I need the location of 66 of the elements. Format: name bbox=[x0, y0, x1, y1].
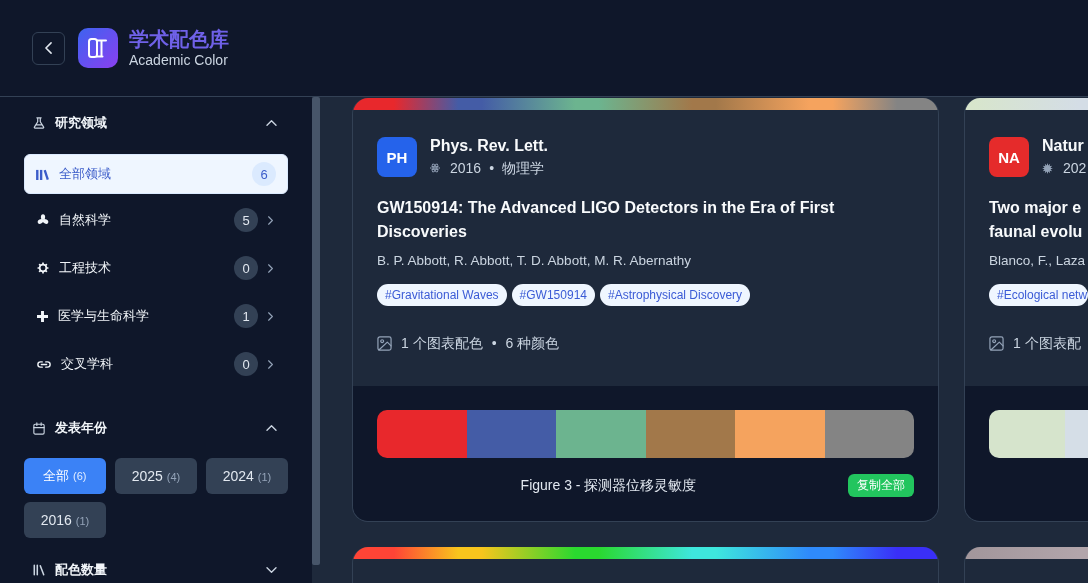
subject-field: 物理学 bbox=[502, 158, 545, 178]
paper-title: Two major e faunal evolu bbox=[989, 198, 1084, 242]
image-icon bbox=[989, 335, 1004, 351]
category-item[interactable]: 全部领域 6 bbox=[24, 154, 288, 194]
chevron-left-icon bbox=[45, 42, 52, 54]
year-filter-chip[interactable]: 2024 (1) bbox=[206, 458, 288, 494]
category-item[interactable]: 自然科学 5 bbox=[24, 198, 288, 242]
journal-initials: NA bbox=[989, 137, 1029, 177]
figure-caption: Figure 3 - 探测器位移灵敏度 bbox=[519, 476, 698, 495]
color-swatch[interactable] bbox=[556, 410, 646, 458]
category-item[interactable]: 工程技术 0 bbox=[24, 246, 288, 290]
link-icon bbox=[37, 360, 51, 368]
calendar-icon bbox=[33, 421, 45, 435]
flask-icon bbox=[33, 117, 45, 129]
color-swatch[interactable] bbox=[1065, 410, 1088, 458]
journal-name: Phys. Rev. Lett. bbox=[430, 136, 548, 156]
keyword-tag[interactable]: #Astrophysical Discovery bbox=[600, 284, 751, 306]
books-icon bbox=[36, 168, 49, 180]
app-title: 学术配色库 bbox=[129, 27, 229, 51]
year-filter-chip[interactable]: 全部 (6) bbox=[24, 458, 106, 494]
bullet-separator: • bbox=[489, 159, 495, 178]
gear-icon bbox=[37, 262, 49, 274]
atom-icon bbox=[430, 163, 440, 173]
starburst-icon bbox=[1042, 162, 1053, 174]
chevron-up-icon[interactable] bbox=[266, 120, 277, 126]
count-badge: 5 bbox=[234, 208, 258, 232]
bars-icon bbox=[33, 564, 45, 576]
chevron-up-icon[interactable] bbox=[266, 425, 277, 431]
color-swatch[interactable] bbox=[989, 410, 1065, 458]
paper-title: GW150914: The Advanced LIGO Detectors in the Era of First Discoveries bbox=[377, 198, 836, 242]
color-swatch[interactable] bbox=[377, 410, 467, 458]
bullet-separator: • bbox=[491, 334, 497, 353]
journal-initials: PH bbox=[377, 137, 417, 177]
category-item[interactable]: 交叉学科 0 bbox=[24, 342, 288, 386]
keyword-tag[interactable]: #Gravitational Waves bbox=[377, 284, 507, 306]
app-subtitle: Academic Color bbox=[129, 51, 229, 69]
journal-name: Natur bbox=[1042, 136, 1085, 156]
publication-year: 2016 bbox=[450, 159, 482, 178]
color-swatch[interactable] bbox=[824, 410, 914, 458]
year-filter-chip[interactable]: 2025 (4) bbox=[115, 458, 197, 494]
section-title: 发表年份 bbox=[55, 420, 108, 436]
color-swatch[interactable] bbox=[645, 410, 735, 458]
author-list: Blanco, F., Laza bbox=[989, 251, 1088, 271]
chevron-down-icon[interactable] bbox=[266, 567, 277, 573]
year-filter-chip[interactable]: 2016 (1) bbox=[24, 502, 106, 538]
keyword-tag[interactable]: #GW150914 bbox=[511, 284, 595, 306]
color-count: 6 种颜色 bbox=[505, 334, 560, 353]
keyword-tag[interactable]: #Ecological netw bbox=[989, 284, 1088, 306]
image-icon bbox=[377, 335, 392, 351]
chart-count: 1 个图表配色 bbox=[401, 334, 483, 353]
section-title: 研究领域 bbox=[55, 115, 108, 131]
count-badge: 0 bbox=[234, 256, 258, 280]
section-title: 配色数量 bbox=[55, 562, 108, 578]
book-logo-icon bbox=[78, 28, 118, 68]
color-swatch[interactable] bbox=[466, 410, 556, 458]
author-list: B. P. Abbott, R. Abbott, T. D. Abbott, M. R. Abernathy bbox=[377, 251, 914, 271]
back-button[interactable] bbox=[32, 31, 65, 65]
fan-icon bbox=[37, 214, 49, 226]
publication-year: 202 bbox=[1063, 159, 1087, 178]
color-swatch[interactable] bbox=[735, 410, 825, 458]
category-item[interactable]: 医学与生命科学 1 bbox=[24, 294, 288, 338]
plus-icon bbox=[37, 310, 48, 322]
chart-count: 1 个图表配 bbox=[1013, 334, 1081, 353]
count-badge: 1 bbox=[234, 304, 258, 328]
count-badge: 0 bbox=[234, 352, 258, 376]
count-badge: 6 bbox=[252, 162, 276, 186]
